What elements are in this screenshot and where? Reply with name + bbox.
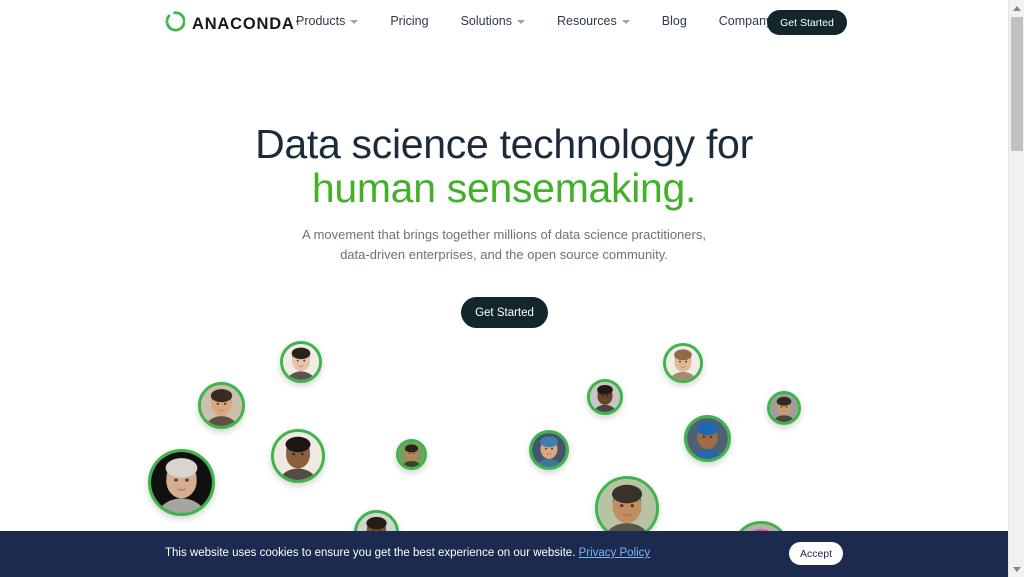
- avatar-woman-curly-glasses: [271, 429, 325, 483]
- avatar-photo: [283, 344, 319, 380]
- avatar-photo: [666, 346, 700, 380]
- avatar-photo: [532, 433, 566, 467]
- hero-section: Data science technology for human sensem…: [0, 45, 1008, 576]
- cookie-accept-button[interactable]: Accept: [789, 542, 843, 565]
- avatar-bearded-man: [587, 379, 623, 415]
- nav-label: Blog: [661, 14, 687, 28]
- avatar-photo: [686, 417, 728, 459]
- nav-item-blog[interactable]: Blog: [662, 14, 705, 28]
- avatar-photo: [200, 384, 242, 426]
- avatar-photo: [598, 479, 656, 537]
- avatar-person-short-hair: [197, 381, 245, 429]
- cookie-consent-banner: This website uses cookies to ensure you …: [0, 531, 1008, 577]
- hero-get-started-button[interactable]: Get Started: [461, 297, 548, 328]
- nav-label: Resources: [557, 14, 617, 28]
- nav-label: Company: [718, 14, 773, 28]
- scrollbar-up-arrow[interactable]: [1009, 0, 1024, 16]
- avatar-woman-dark-hair: [280, 341, 322, 383]
- scrollbar-thumb[interactable]: [1011, 17, 1023, 151]
- vertical-scrollbar[interactable]: [1008, 0, 1024, 577]
- avatar-photo: [398, 441, 424, 467]
- privacy-policy-link[interactable]: Privacy Policy: [579, 547, 651, 559]
- triangle-up-icon: [1013, 5, 1021, 11]
- nav-label: Pricing: [390, 14, 429, 28]
- chevron-down-icon: [621, 20, 630, 24]
- avatar-small-green-bg: [395, 438, 427, 470]
- nav-item-solutions[interactable]: Solutions: [461, 14, 543, 28]
- triangle-down-icon: [1013, 566, 1021, 572]
- anaconda-wordmark: ANACONDA.: [192, 14, 299, 33]
- avatar-woman-glasses-blonde: [663, 343, 703, 383]
- header-get-started-button[interactable]: Get Started: [767, 10, 847, 35]
- avatar-photo: [770, 394, 798, 422]
- main-navigation: Products Pricing Solutions Resources Blo…: [296, 14, 803, 28]
- chevron-down-icon: [517, 20, 525, 24]
- avatar-photo: [274, 432, 322, 480]
- cookie-message-text: This website uses cookies to ensure you …: [165, 547, 576, 559]
- community-avatar-cluster: [0, 90, 1008, 576]
- nav-item-products[interactable]: Products: [296, 14, 376, 28]
- anaconda-logo[interactable]: ANACONDA.: [164, 11, 299, 37]
- chevron-down-icon: [350, 20, 359, 24]
- nav-item-resources[interactable]: Resources: [557, 14, 648, 28]
- avatar-man-turban: [683, 414, 731, 462]
- site-header: ANACONDA. Products Pricing Solutions Res…: [0, 0, 1008, 45]
- nav-item-pricing[interactable]: Pricing: [390, 14, 446, 28]
- anaconda-ring-logo-icon: [164, 11, 186, 37]
- avatar-man-dark-shirt: [767, 391, 801, 425]
- browser-page: ANACONDA. Products Pricing Solutions Res…: [0, 0, 1024, 577]
- avatar-blue-hair-person: [529, 430, 569, 470]
- cookie-message: This website uses cookies to ensure you …: [165, 547, 650, 559]
- avatar-woman-grey-hair: [147, 448, 215, 516]
- scrollbar-down-arrow[interactable]: [1009, 561, 1024, 577]
- avatar-photo: [150, 451, 212, 513]
- nav-label: Products: [296, 14, 346, 28]
- avatar-photo: [590, 382, 620, 412]
- nav-label: Solutions: [460, 14, 512, 28]
- page-viewport: ANACONDA. Products Pricing Solutions Res…: [0, 0, 1008, 577]
